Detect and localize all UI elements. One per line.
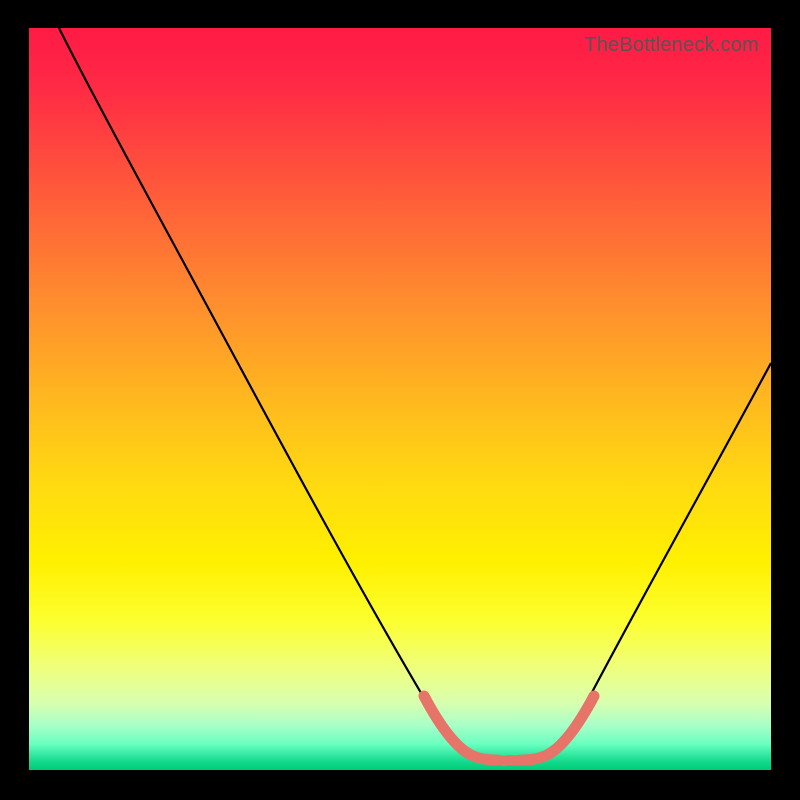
floor-accent-right [521, 696, 594, 760]
plot-area: TheBottleneck.com [29, 28, 771, 770]
chart-svg [29, 28, 771, 770]
floor-accent-mid [488, 760, 531, 761]
bottleneck-curve [59, 28, 771, 759]
floor-accent-left [424, 696, 497, 760]
watermark-text: TheBottleneck.com [584, 34, 759, 57]
